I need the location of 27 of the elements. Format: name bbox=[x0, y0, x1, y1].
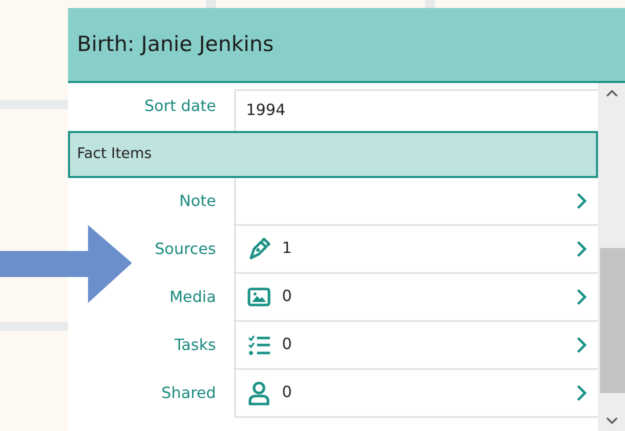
chevron-right-icon bbox=[576, 336, 588, 354]
chevron-right-icon bbox=[576, 288, 588, 306]
scrollbar[interactable] bbox=[598, 83, 625, 431]
item-label: Sources bbox=[154, 239, 217, 260]
count-text: 0 bbox=[282, 334, 292, 356]
item-label: Shared bbox=[160, 383, 217, 404]
chevron-right-icon bbox=[576, 384, 588, 402]
fact-item-row[interactable]: 0 bbox=[234, 370, 598, 418]
count-text: 1 bbox=[282, 238, 292, 260]
chevron-right-icon bbox=[576, 240, 588, 258]
chevron-right-icon bbox=[576, 192, 588, 210]
scroll-thumb[interactable] bbox=[600, 248, 625, 393]
scroll-down-icon[interactable] bbox=[606, 417, 618, 425]
person-icon bbox=[246, 380, 272, 406]
item-label: Note bbox=[178, 191, 217, 212]
scroll-up-icon[interactable] bbox=[606, 89, 618, 97]
field-label: Sort date bbox=[143, 96, 217, 118]
fact-item-row[interactable]: 0 bbox=[234, 322, 598, 370]
fact-item-row[interactable]: 0 bbox=[234, 274, 598, 322]
arrow-icon bbox=[0, 225, 132, 303]
section-header: Fact Items bbox=[68, 131, 598, 178]
window-title: Birth: Janie Jenkins bbox=[68, 8, 625, 83]
count-text: 0 bbox=[282, 382, 292, 404]
count-text: 0 bbox=[282, 286, 292, 308]
item-label: Media bbox=[168, 287, 217, 308]
item-label: Tasks bbox=[173, 335, 217, 356]
fact-item-row[interactable]: 1 bbox=[234, 226, 598, 274]
